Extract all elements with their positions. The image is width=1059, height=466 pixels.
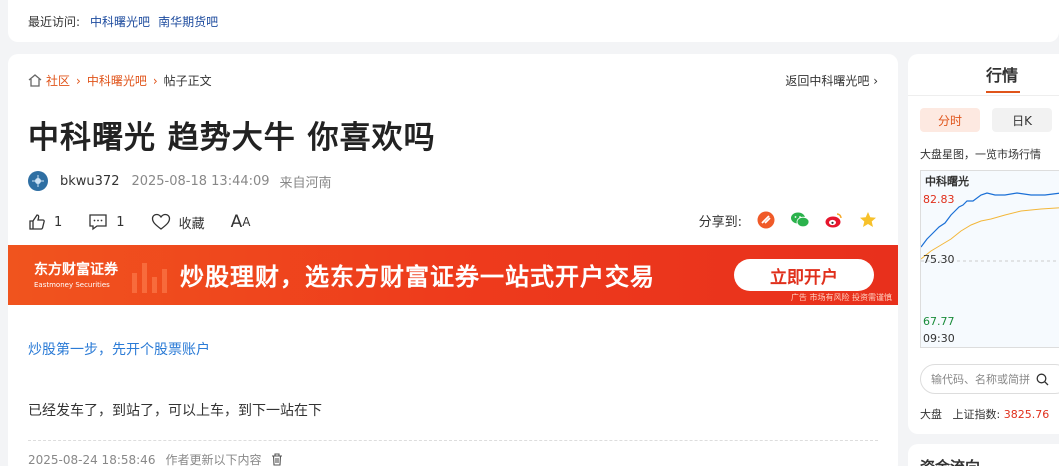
tab-market[interactable]: 行情 xyxy=(986,62,1018,86)
post-actions: 1 1 收藏 AA xyxy=(28,212,276,232)
update-time: 2025-08-24 18:58:46 xyxy=(28,452,156,466)
chart-mid: 75.30 xyxy=(923,253,955,266)
recent-link-zhongke[interactable]: 中科曙光吧 xyxy=(90,13,150,30)
font-size-button[interactable]: AA xyxy=(231,212,251,232)
segment-daily-k[interactable]: 日K xyxy=(992,108,1052,132)
share-label: 分享到: xyxy=(698,214,742,230)
chevron-right-icon: › xyxy=(152,73,158,88)
chevron-right-icon: › xyxy=(873,74,878,88)
capital-flow-panel: 资金流向 xyxy=(908,444,1059,466)
delete-icon[interactable] xyxy=(271,453,283,466)
post-panel: 社区 › 中科曙光吧 › 帖子正文 返回中科曙光吧 › 中科曙光 趋势大牛 你喜… xyxy=(8,54,898,466)
banner-slogan: 炒股理财，选东方财富证券一站式开户交易 xyxy=(180,263,655,291)
ad-note: 广告 市场有风险 投资需谨慎 xyxy=(790,293,892,302)
like-button[interactable]: 1 xyxy=(28,213,62,231)
index-value: 3825.76 xyxy=(1003,408,1050,421)
back-link[interactable]: 返回中科曙光吧 › xyxy=(785,72,878,89)
post-location: 来自河南 xyxy=(279,175,332,191)
chart-time-start: 09:30 xyxy=(923,332,955,345)
search-icon[interactable] xyxy=(1036,373,1049,386)
favorite-button[interactable]: 收藏 xyxy=(151,213,205,232)
post-meta: bkwu372 2025-08-18 13:44:09 来自河南 xyxy=(28,171,332,191)
chart-low: 67.77 xyxy=(923,315,955,328)
chevron-right-icon: › xyxy=(76,73,81,88)
index-label: 大盘 xyxy=(920,408,942,421)
segment-intraday[interactable]: 分时 xyxy=(920,108,980,132)
divider xyxy=(28,440,878,441)
comment-count: 1 xyxy=(116,214,125,230)
heart-icon xyxy=(151,213,170,230)
avatar-icon xyxy=(32,175,44,187)
tab-underline xyxy=(986,91,1020,93)
like-count: 1 xyxy=(54,214,63,230)
breadcrumb-home[interactable]: 社区 xyxy=(46,72,70,89)
recent-label: 最近访问: xyxy=(28,14,81,29)
qzone-icon[interactable] xyxy=(858,210,878,230)
section-title: 资金流向 xyxy=(920,456,980,466)
recent-visits-bar: 最近访问: 中科曙光吧 南华期货吧 xyxy=(8,0,1059,42)
weibo-icon[interactable] xyxy=(824,210,844,230)
breadcrumb-current: 帖子正文 xyxy=(163,74,212,88)
recent-link-nanhua[interactable]: 南华期货吧 xyxy=(158,13,218,30)
chart-high: 82.83 xyxy=(923,193,955,206)
avatar[interactable] xyxy=(28,171,48,191)
candlestick-decoration xyxy=(132,263,167,293)
eastmoney-share-icon[interactable] xyxy=(756,210,776,230)
home-icon[interactable] xyxy=(28,74,42,87)
promo-link[interactable]: 炒股第一步，先开个股票账户 xyxy=(28,339,210,359)
intraday-chart[interactable]: 中科曙光 82.83 75.30 67.77 09:30 xyxy=(920,170,1059,348)
author-name[interactable]: bkwu372 xyxy=(60,174,119,189)
market-sidebar: 行情 分时 日K 大盘星图，一览市场行情 中科曙光 82.83 75.30 67… xyxy=(908,54,1059,434)
favorite-label: 收藏 xyxy=(178,216,205,232)
index-name[interactable]: 上证指数: xyxy=(953,408,1001,421)
post-title: 中科曙光 趋势大牛 你喜欢吗 xyxy=(28,120,436,156)
ad-banner[interactable]: 东方财富证券 Eastmoney Securities 炒股理财，选东方财富证券… xyxy=(8,245,898,305)
wechat-icon[interactable] xyxy=(790,210,810,230)
post-body: 已经发车了，到站了，可以上车，到下一站在下 xyxy=(28,403,322,419)
comment-button[interactable]: 1 xyxy=(88,213,125,231)
brand-logo: 东方财富证券 Eastmoney Securities xyxy=(34,262,118,289)
comment-icon xyxy=(89,214,107,231)
breadcrumb-bar[interactable]: 中科曙光吧 xyxy=(87,72,147,89)
market-desc[interactable]: 大盘星图，一览市场行情 xyxy=(920,146,1041,162)
open-account-button[interactable]: 立即开户 xyxy=(734,259,874,291)
chart-stock-name: 中科曙光 xyxy=(925,175,969,188)
thumb-up-icon xyxy=(29,214,45,230)
share-bar: 分享到: xyxy=(699,210,878,230)
divider xyxy=(908,95,1059,96)
update-line: 2025-08-24 18:58:46 作者更新以下内容 xyxy=(28,451,283,466)
index-line: 大盘 上证指数: 3825.76 xyxy=(920,406,1049,422)
stock-search-input[interactable]: 输代码、名称或简拼 xyxy=(920,364,1059,394)
breadcrumb: 社区 › 中科曙光吧 › 帖子正文 xyxy=(28,72,212,89)
post-time: 2025-08-18 13:44:09 xyxy=(131,173,270,189)
update-text: 作者更新以下内容 xyxy=(165,453,262,466)
